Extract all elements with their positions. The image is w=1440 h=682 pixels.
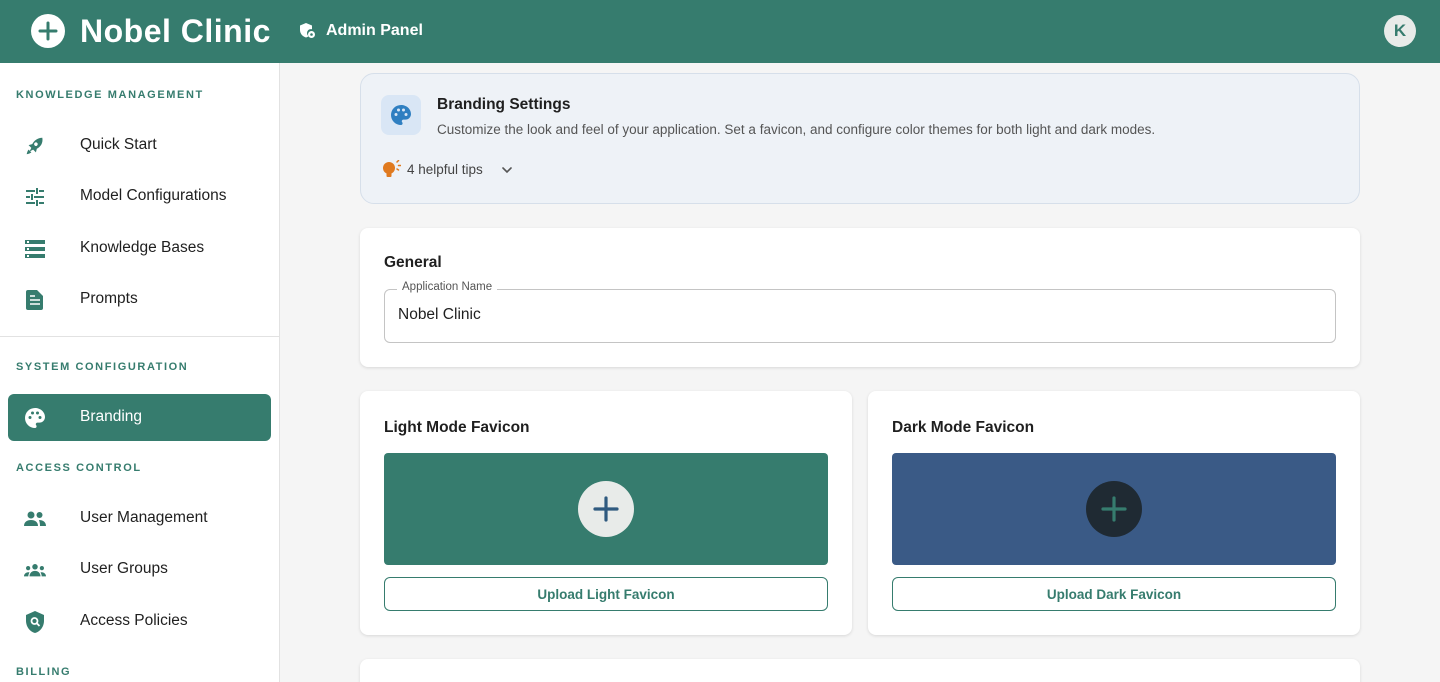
dark-favicon-card: Dark Mode Favicon Upload Dark Favicon	[868, 391, 1360, 635]
dark-favicon-title: Dark Mode Favicon	[892, 419, 1035, 436]
storage-icon	[24, 238, 46, 260]
admin-shield-icon	[300, 23, 315, 38]
chevron-down-icon[interactable]	[500, 163, 514, 177]
sidebar-item-label: Access Policies	[80, 612, 188, 629]
sidebar-item-label: Knowledge Bases	[80, 239, 205, 256]
tips-toggle[interactable]: 4 helpful tips	[407, 162, 483, 177]
people-icon	[24, 508, 46, 530]
tips-title: Branding Settings	[437, 96, 571, 113]
application-name-label: Application Name	[397, 281, 498, 293]
application-name-field[interactable]: Application Name	[384, 281, 1336, 343]
sidebar-divider	[0, 336, 279, 337]
section-knowledge-management: KNOWLEDGE MANAGEMENT	[16, 89, 204, 101]
groups-icon	[24, 559, 46, 581]
sidebar-item-user-management[interactable]: User Management	[8, 495, 271, 542]
section-system-configuration: SYSTEM CONFIGURATION	[16, 361, 189, 373]
plus-icon	[1086, 481, 1142, 537]
dark-favicon-preview	[892, 453, 1336, 565]
section-access-control: ACCESS CONTROL	[16, 462, 142, 474]
sidebar-item-label: Model Configurations	[80, 187, 227, 204]
app-logo-plus-icon[interactable]	[31, 14, 65, 48]
branding-tips-card: Branding Settings Customize the look and…	[360, 73, 1360, 204]
user-avatar[interactable]: K	[1384, 15, 1416, 47]
palette-icon	[381, 95, 421, 135]
top-app-bar: Nobel Clinic Admin Panel K	[0, 0, 1440, 63]
admin-panel-label: Admin Panel	[326, 22, 423, 39]
light-favicon-preview	[384, 453, 828, 565]
sidebar-item-quick-start[interactable]: Quick Start	[8, 122, 271, 169]
upload-dark-favicon-button[interactable]: Upload Dark Favicon	[892, 577, 1336, 611]
lightbulb-icon	[383, 160, 401, 177]
sidebar-item-label: Prompts	[80, 290, 138, 307]
general-title: General	[384, 254, 442, 271]
app-title: Nobel Clinic	[80, 13, 271, 49]
sidebar-item-access-policies[interactable]: Access Policies	[8, 598, 271, 645]
document-icon	[24, 289, 46, 311]
tips-description: Customize the look and feel of your appl…	[437, 122, 1156, 137]
sidebar-item-label: Branding	[80, 408, 143, 425]
sidebar-item-user-groups[interactable]: User Groups	[8, 546, 271, 593]
next-settings-card	[360, 659, 1360, 682]
section-billing: BILLING	[16, 666, 72, 678]
sidebar-item-branding[interactable]: Branding	[8, 394, 271, 441]
application-name-input[interactable]	[398, 306, 1298, 324]
upload-light-favicon-button[interactable]: Upload Light Favicon	[384, 577, 828, 611]
sidebar-item-prompts[interactable]: Prompts	[8, 276, 271, 323]
general-card: General Application Name	[360, 228, 1360, 367]
plus-icon	[578, 481, 634, 537]
tune-sliders-icon	[24, 186, 46, 208]
sidebar-item-label: User Groups	[80, 560, 168, 577]
shield-search-icon	[24, 611, 46, 633]
sidebar-item-knowledge-bases[interactable]: Knowledge Bases	[8, 225, 271, 272]
sidebar-item-label: Quick Start	[80, 136, 157, 153]
rocket-icon	[24, 135, 46, 157]
palette-icon	[24, 407, 46, 429]
sidebar-item-model-configurations[interactable]: Model Configurations	[8, 173, 271, 220]
sidebar: KNOWLEDGE MANAGEMENT Quick Start Model C…	[0, 63, 280, 682]
sidebar-item-label: User Management	[80, 509, 208, 526]
light-favicon-card: Light Mode Favicon Upload Light Favicon	[360, 391, 852, 635]
light-favicon-title: Light Mode Favicon	[384, 419, 530, 436]
